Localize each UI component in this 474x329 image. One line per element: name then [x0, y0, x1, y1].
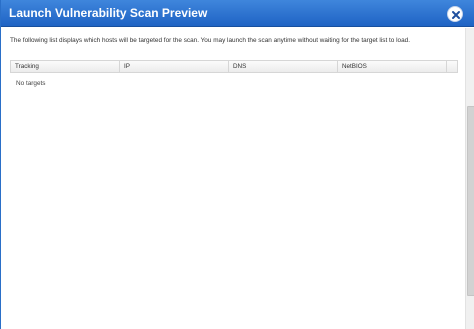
scan-preview-dialog: Launch Vulnerability Scan Preview The fo… [0, 0, 474, 329]
empty-table-message: No targets [16, 80, 46, 87]
column-header-ip[interactable]: IP [120, 61, 229, 72]
column-header-netbios[interactable]: NetBIOS [338, 61, 447, 72]
dialog-titlebar: Launch Vulnerability Scan Preview [1, 0, 474, 27]
description-text: The following list displays which hosts … [10, 37, 410, 44]
column-header-dns[interactable]: DNS [229, 61, 338, 72]
vertical-scrollbar[interactable] [465, 28, 474, 329]
dialog-content: The following list displays which hosts … [2, 28, 465, 329]
targets-table-header: Tracking IP DNS NetBIOS [10, 60, 458, 73]
close-icon [452, 11, 460, 19]
scrollbar-thumb[interactable] [467, 106, 474, 296]
dialog-title: Launch Vulnerability Scan Preview [9, 6, 208, 20]
column-header-filler [447, 61, 457, 72]
close-button[interactable] [447, 6, 463, 22]
column-header-tracking[interactable]: Tracking [11, 61, 120, 72]
